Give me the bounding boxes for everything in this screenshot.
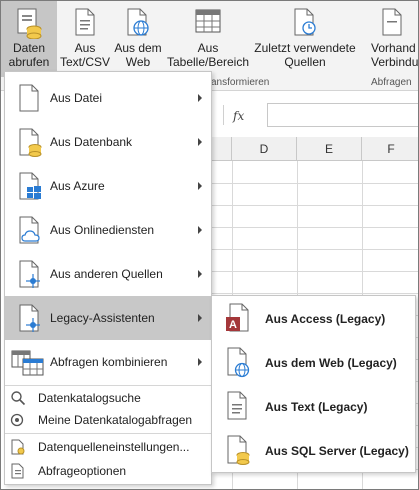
menu-item-from-database[interactable]: Aus Datenbank [5, 120, 211, 164]
group-label-transform: ansformieren [211, 77, 270, 88]
web-file-icon [125, 7, 151, 40]
function-icon[interactable]: fx [233, 109, 244, 123]
legacy-icon [17, 304, 43, 337]
chevron-right-icon [198, 314, 202, 322]
recent-sources-icon [292, 7, 318, 40]
get-data-icon [14, 7, 44, 42]
chevron-right-icon [198, 226, 202, 234]
get-data-button[interactable]: Daten abrufen [1, 1, 57, 77]
chevron-right-icon [198, 138, 202, 146]
query-options-icon [10, 463, 26, 482]
menu-item-from-azure[interactable]: Aus Azure [5, 164, 211, 208]
text-file-icon [224, 391, 252, 426]
menu-separator [5, 433, 211, 434]
cloud-icon [17, 216, 43, 249]
network-icon [17, 260, 43, 293]
data-source-settings-icon [10, 439, 26, 458]
table-icon [194, 7, 222, 38]
legacy-wizards-submenu: A Aus Access (Legacy) Aus dem Web (Legac… [211, 295, 416, 473]
azure-icon [17, 172, 43, 205]
catalog-search-icon [10, 390, 26, 409]
submenu-item-from-access[interactable]: A Aus Access (Legacy) [212, 297, 415, 341]
menu-item-my-catalog-queries[interactable]: Meine Datenkatalogabfragen [5, 409, 211, 431]
menu-item-from-file[interactable]: Aus Datei [5, 76, 211, 120]
menu-item-from-other-sources[interactable]: Aus anderen Quellen [5, 252, 211, 296]
menu-item-combine-queries[interactable]: Abfragen kombinieren [5, 340, 211, 384]
menu-item-data-source-settings[interactable]: Datenquelleneinstellungen... [5, 436, 211, 458]
excel-window: Daten abrufen Aus Text/CSV Aus dem Web Aus T… [0, 0, 419, 490]
recent-sources-button[interactable]: Zuletzt verwendete Quellen [251, 1, 359, 77]
database-icon [17, 128, 43, 161]
catalog-queries-icon [10, 412, 26, 431]
from-text-csv-button[interactable]: Aus Text/CSV [59, 1, 111, 77]
existing-connections-button[interactable]: Vorhand Verbindu [363, 1, 418, 77]
chevron-right-icon [198, 182, 202, 190]
text-file-icon [73, 7, 97, 40]
formula-input[interactable] [267, 103, 418, 127]
menu-item-from-online-services[interactable]: Aus Onlinediensten [5, 208, 211, 252]
column-header-f[interactable]: F [362, 137, 418, 161]
access-icon: A [224, 303, 252, 338]
submenu-item-from-sql-server[interactable]: Aus SQL Server (Legacy) [212, 429, 415, 473]
chevron-right-icon [198, 94, 202, 102]
from-table-button[interactable]: Aus Tabelle/Bereich [166, 1, 250, 77]
sql-server-icon [224, 435, 252, 470]
chevron-right-icon [198, 270, 202, 278]
menu-item-catalog-search[interactable]: Datenkatalogsuche [5, 387, 211, 409]
group-label-queries: Abfragen [371, 77, 412, 88]
combine-icon [11, 348, 45, 381]
menu-item-query-options[interactable]: Abfrageoptionen [5, 460, 211, 482]
connections-icon [380, 7, 406, 40]
svg-text:A: A [229, 319, 237, 331]
column-header-d[interactable]: D [232, 137, 297, 161]
get-data-menu: Aus Datei Aus Datenbank Aus Azure Aus On… [4, 71, 212, 485]
submenu-item-from-web[interactable]: Aus dem Web (Legacy) [212, 341, 415, 385]
menu-item-legacy-wizards[interactable]: Legacy-Assistenten [5, 296, 211, 340]
submenu-item-from-text[interactable]: Aus Text (Legacy) [212, 385, 415, 429]
from-web-button[interactable]: Aus dem Web [111, 1, 165, 77]
column-header-e[interactable]: E [297, 137, 362, 161]
chevron-right-icon [198, 358, 202, 366]
web-file-icon [224, 347, 252, 382]
file-icon [17, 84, 41, 115]
menu-separator [5, 385, 211, 386]
